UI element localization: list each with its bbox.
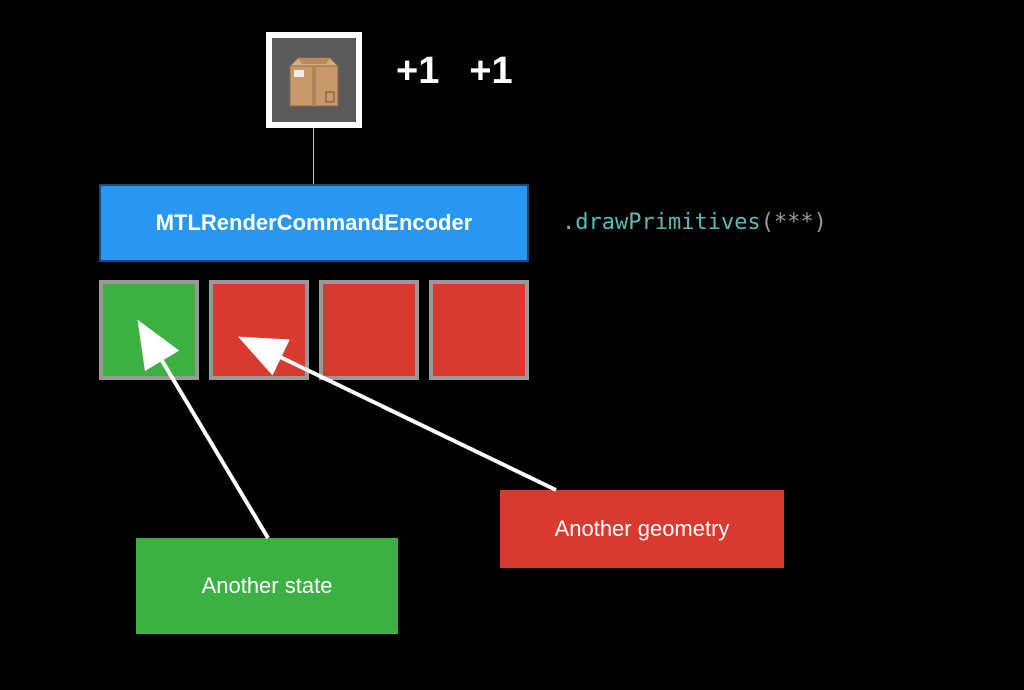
package-icon-container [266,32,362,128]
plus-one-label: +1 [469,50,512,93]
command-cell-geometry [429,280,529,380]
method-call-text: .drawPrimitives(***) [562,210,827,235]
render-command-encoder-box: MTLRenderCommandEncoder [99,184,529,262]
encoder-label: MTLRenderCommandEncoder [156,210,473,236]
package-icon-bg [272,38,356,122]
arrow-state [158,354,268,538]
command-cell-geometry [319,280,419,380]
method-name: drawPrimitives [575,210,760,235]
increment-labels: +1 +1 [396,50,513,93]
command-cell-state [99,280,199,380]
plus-one-label: +1 [396,50,439,93]
another-state-label-box: Another state [136,538,398,634]
method-prefix: . [562,210,575,235]
another-geometry-label-box: Another geometry [500,490,784,568]
command-cells-row [99,280,529,380]
package-box-icon [282,48,346,112]
connector-line [313,128,314,184]
method-args: (***) [761,210,827,235]
command-cell-geometry [209,280,309,380]
another-state-label: Another state [202,573,333,599]
another-geometry-label: Another geometry [555,516,730,542]
